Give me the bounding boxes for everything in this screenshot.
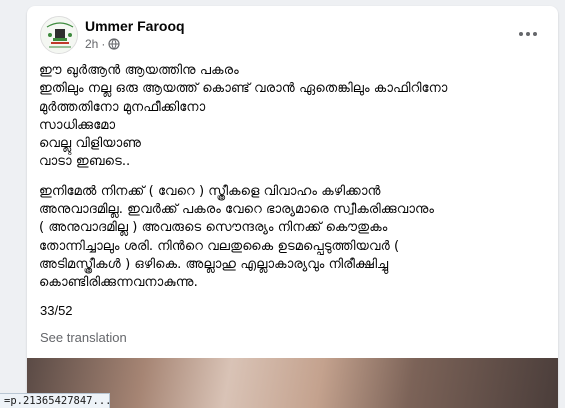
post-body: ഈ ഖുർആൻ ആയത്തിനു പകരം ഇതിലും നല്ല ഒരു ആയ… bbox=[39, 62, 544, 293]
author-name[interactable]: Ummer Farooq bbox=[85, 18, 185, 34]
verse-reference: 33/52 bbox=[40, 303, 73, 318]
post-header: Ummer Farooq 2h · bbox=[27, 6, 558, 56]
avatar[interactable] bbox=[40, 16, 78, 54]
post-meta: 2h · bbox=[85, 37, 120, 51]
post-paragraph-1: ഈ ഖുർആൻ ആയത്തിനു പകരം ഇതിലും നല്ല ഒരു ആയ… bbox=[39, 63, 448, 170]
see-translation-link[interactable]: See translation bbox=[40, 330, 127, 345]
globe-icon[interactable] bbox=[108, 38, 120, 50]
avatar-logo-icon bbox=[41, 17, 77, 53]
post-card: Ummer Farooq 2h · ഈ ഖുർആൻ ആയത്തിനു പകരം … bbox=[27, 6, 558, 408]
status-bar-url: =p.21365427847... bbox=[0, 393, 110, 408]
post-paragraph-2: ഇനിമേല്‍ നിനക്ക് ( വേറെ ) സ്ത്രീകളെ വിവാ… bbox=[39, 183, 435, 291]
more-options-icon[interactable] bbox=[514, 20, 542, 48]
post-time[interactable]: 2h bbox=[85, 37, 98, 51]
meta-separator: · bbox=[101, 37, 106, 51]
